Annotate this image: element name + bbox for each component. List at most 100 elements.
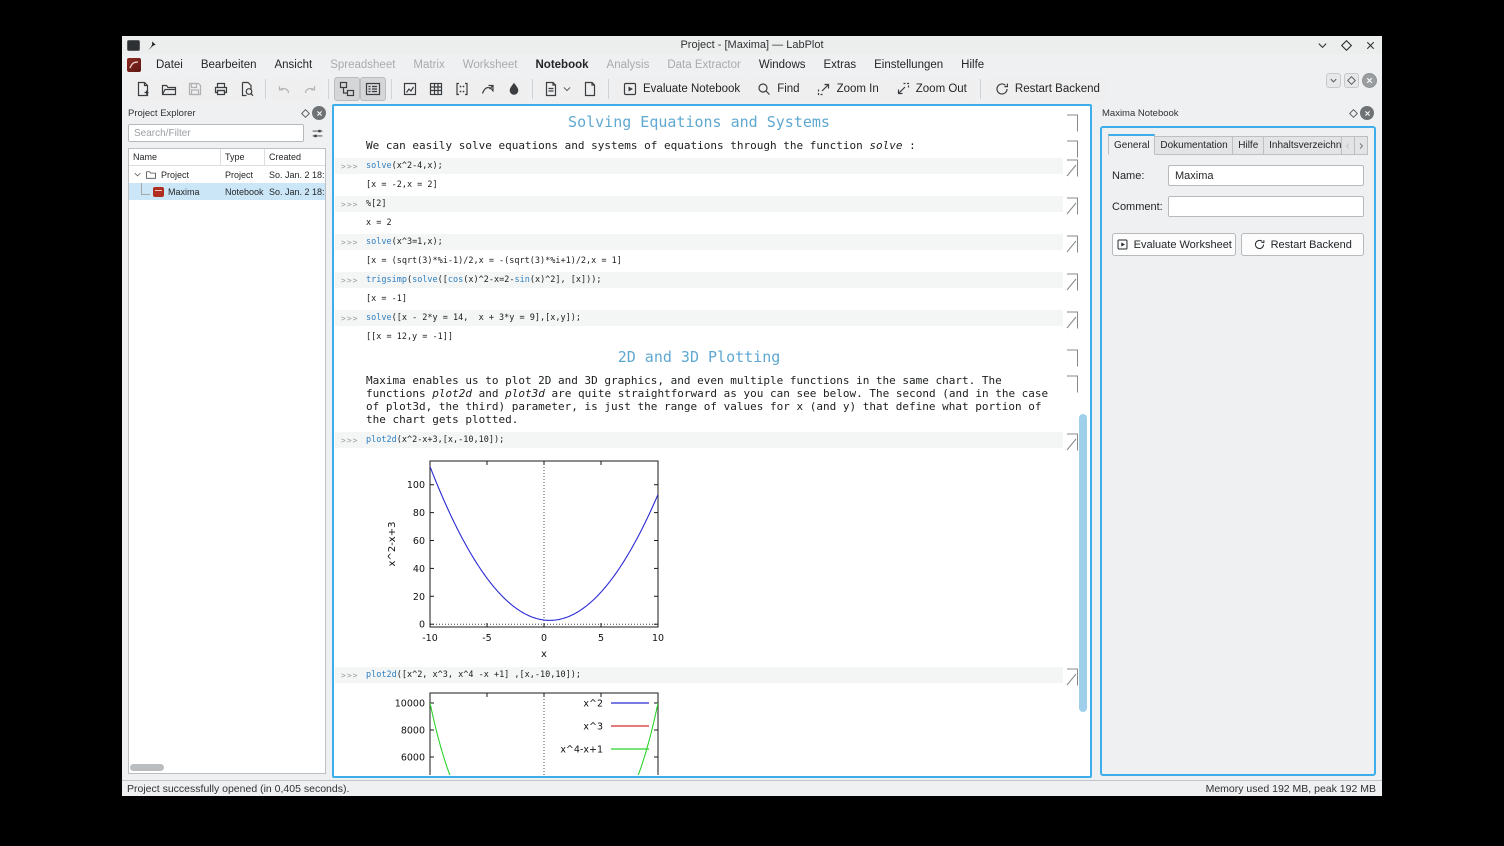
dock-float-icon[interactable]: [298, 106, 312, 120]
column-name[interactable]: Name: [129, 149, 221, 165]
vertical-scrollbar[interactable]: [1078, 108, 1088, 774]
notebook-cell-heading: Solving Equations and Systems: [335, 113, 1089, 132]
notebook-cell-command: >>> solve(x^2-4,x); [x = -2,x = 2]: [335, 158, 1089, 190]
notebook-cell-command: >>> plot2d(x^2-x+3,[x,-10,10]); -10 -5 0 5 10 0…: [335, 432, 1089, 661]
comment-field[interactable]: [1168, 196, 1364, 217]
tab-scroll-right[interactable]: [1355, 136, 1369, 155]
evaluate-worksheet-button[interactable]: Evaluate Worksheet: [1112, 233, 1236, 256]
dock-close-icon[interactable]: [1360, 106, 1374, 120]
restart-backend-button[interactable]: Restart Backend: [985, 76, 1108, 101]
dock-float-icon[interactable]: [1346, 106, 1360, 120]
zoom-in-button[interactable]: Zoom In: [807, 76, 887, 101]
new-matrix-button[interactable]: [449, 76, 475, 101]
command-prompt: >>>: [341, 670, 359, 680]
color-theme-button[interactable]: [501, 76, 527, 101]
close-icon[interactable]: [1364, 39, 1376, 51]
command-code[interactable]: plot2d([x^2, x^3, x^4 -x +1] ,[x,-10,10]…: [366, 670, 581, 680]
command-entry[interactable]: >>> solve([x - 2*y = 14, x + 3*y = 9],[x,…: [335, 310, 1063, 326]
command-code[interactable]: solve(x^3=1,x);: [366, 237, 443, 247]
new-project-button[interactable]: [130, 76, 156, 101]
open-project-button[interactable]: [156, 76, 182, 101]
tab-general[interactable]: General: [1108, 134, 1156, 155]
menu-notebook[interactable]: Notebook: [527, 56, 598, 74]
svg-text:60: 60: [413, 536, 425, 547]
folder-icon: [146, 171, 156, 179]
horizontal-scrollbar[interactable]: [130, 764, 250, 771]
menu-windows[interactable]: Windows: [750, 56, 815, 74]
tab-hilfe[interactable]: Hilfe: [1233, 136, 1265, 155]
menu-ansicht[interactable]: Ansicht: [265, 56, 321, 74]
svg-text:0: 0: [419, 620, 425, 631]
maximize-icon[interactable]: [1340, 39, 1352, 51]
tab-inhaltsverzeichn[interactable]: Inhaltsverzeichn: [1264, 136, 1343, 155]
command-code[interactable]: trigsimp(solve([cos(x)^2-x=2-sin(x)^2], …: [366, 275, 601, 285]
title-bar: Project - [Maxima] — LabPlot: [122, 36, 1382, 54]
command-code[interactable]: %[2]: [366, 199, 386, 209]
new-script-button[interactable]: [577, 76, 603, 101]
notebook-cell-command: >>> trigsimp(solve([cos(x)^2-x=2-sin(x)^2…: [335, 272, 1089, 304]
menu-extras[interactable]: Extras: [815, 56, 866, 74]
tree-row-project[interactable]: Project Project So. Jan. 2 18:: [129, 166, 325, 183]
expander-icon[interactable]: [133, 170, 142, 179]
toolbar-button-label: Evaluate Notebook: [643, 82, 741, 95]
new-spreadsheet-button[interactable]: [423, 76, 449, 101]
command-result: [x = -2,x = 2]: [366, 180, 438, 190]
command-prompt: >>>: [341, 237, 359, 247]
evaluate-notebook-button[interactable]: Evaluate Notebook: [614, 76, 749, 101]
tab-dokumentation[interactable]: Dokumentation: [1155, 136, 1234, 155]
restart-icon: [996, 82, 1008, 95]
menu-einstellungen[interactable]: Einstellungen: [865, 56, 952, 74]
new-script-icon: [584, 81, 596, 96]
print-button[interactable]: [208, 76, 234, 101]
column-created[interactable]: Created: [265, 149, 325, 165]
command-entry[interactable]: >>> solve(x^3=1,x);: [335, 234, 1063, 250]
search-input[interactable]: [128, 124, 304, 142]
find-button[interactable]: Find: [748, 76, 808, 101]
project-tree: Name Type Created Project Project So. Jan.…: [128, 148, 326, 774]
tree-row-maxima[interactable]: Maxima Notebook So. Jan. 2 18:: [129, 183, 325, 200]
restart-backend-button[interactable]: Restart Backend: [1240, 233, 1364, 256]
window-title: Project - [Maxima] — LabPlot: [680, 39, 824, 51]
command-entry[interactable]: >>> %[2]: [335, 196, 1063, 212]
toolbar-separator: [265, 78, 266, 99]
zoom-out-button[interactable]: Zoom Out: [886, 76, 975, 101]
plot-image: -10 -5 0 5 10 0 20 40 60 80 100 x x^2-x+3: [383, 455, 1089, 661]
scrollbar-thumb[interactable]: [1079, 414, 1087, 712]
new-notebook-button[interactable]: [538, 76, 577, 101]
toggle-project-explorer-button[interactable]: [334, 76, 360, 101]
menu-hilfe[interactable]: Hilfe: [952, 56, 993, 74]
document-new-icon: [137, 81, 149, 96]
tree-header[interactable]: Name Type Created: [129, 149, 325, 166]
toolbar-separator: [532, 78, 533, 99]
svg-text:-10: -10: [422, 633, 438, 644]
dock-close-icon[interactable]: [312, 106, 326, 120]
print-preview-button[interactable]: [234, 76, 260, 101]
command-entry[interactable]: >>> trigsimp(solve([cos(x)^2-x=2-sin(x)^2…: [335, 272, 1063, 288]
command-code[interactable]: solve([x - 2*y = 14, x + 3*y = 9],[x,y])…: [366, 313, 581, 323]
column-type[interactable]: Type: [221, 149, 265, 165]
command-entry[interactable]: >>> plot2d(x^2-x+3,[x,-10,10]);: [335, 432, 1063, 448]
notebook-cell-text: Maxima enables us to plot 2D and 3D grap…: [335, 374, 1089, 426]
toolbar-separator: [979, 78, 981, 99]
menu-datei[interactable]: Datei: [147, 56, 192, 74]
play-box-icon: [1116, 238, 1129, 251]
svg-text:0: 0: [541, 633, 547, 644]
command-entry[interactable]: >>> plot2d([x^2, x^3, x^4 -x +1] ,[x,-10,…: [335, 667, 1063, 683]
filter-options-icon[interactable]: [308, 124, 326, 142]
menu-bearbeiten[interactable]: Bearbeiten: [192, 56, 266, 74]
command-code[interactable]: plot2d(x^2-x+3,[x,-10,10]);: [366, 435, 504, 445]
new-data-extractor-button[interactable]: [475, 76, 501, 101]
minimize-icon[interactable]: [1316, 39, 1328, 51]
notebook-cell-command: >>> plot2d([x^2, x^3, x^4 -x +1] ,[x,-10,…: [335, 667, 1089, 775]
name-field[interactable]: [1168, 165, 1364, 186]
svg-text:8000: 8000: [401, 725, 425, 736]
document-open-icon: [161, 84, 177, 95]
command-entry[interactable]: >>> solve(x^2-4,x);: [335, 158, 1063, 174]
toggle-properties-explorer-button[interactable]: [360, 76, 386, 101]
chevron-down-icon[interactable]: [562, 84, 572, 94]
new-worksheet-button[interactable]: [397, 76, 423, 101]
command-code[interactable]: solve(x^2-4,x);: [366, 161, 443, 171]
main-area: Project Explorer Name Type Created Proje…: [122, 102, 1382, 780]
toolbar-button-label: Zoom In: [836, 82, 879, 95]
command-result: x = 2: [366, 218, 392, 228]
